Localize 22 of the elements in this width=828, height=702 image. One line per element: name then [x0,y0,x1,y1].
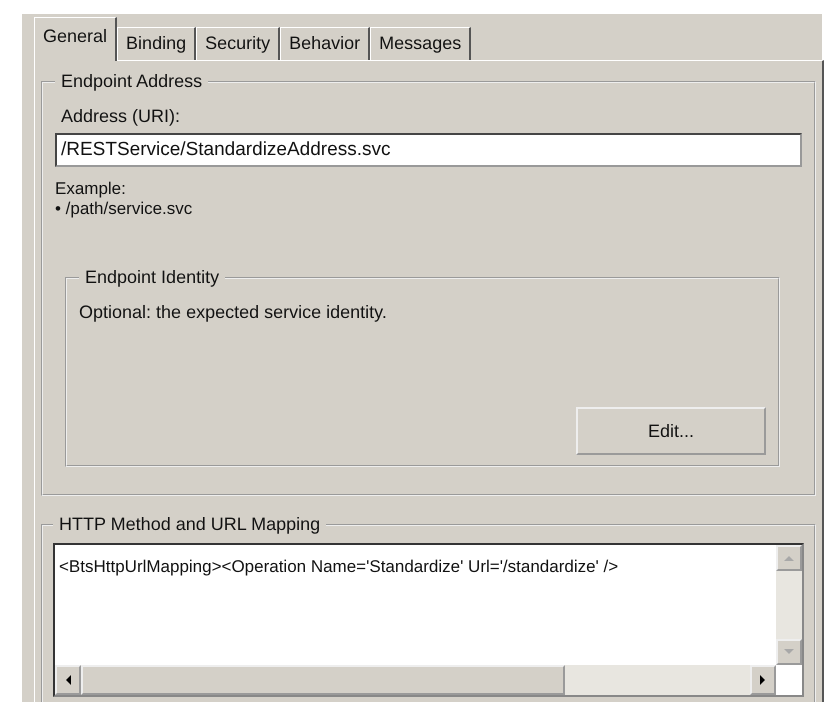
tab[interactable]: Messages [370,27,472,60]
address-label: Address (URI): [61,106,182,127]
edit-button[interactable]: Edit... [576,407,766,455]
horizontal-scrollbar[interactable] [55,665,776,695]
example-text: • /path/service.svc [55,199,194,219]
tab[interactable]: Binding [117,27,196,60]
scroll-left-icon[interactable] [55,665,81,695]
mapping-text-area[interactable]: <BtsHttpUrlMapping><Operation Name='Standardize' Url='/standardize' /> [53,543,804,697]
scroll-right-icon[interactable] [750,665,776,695]
mapping-text: <BtsHttpUrlMapping><Operation Name='Standardize' Url='/standardize' /> [58,556,620,578]
scroll-up-icon[interactable] [776,545,802,571]
description-text: Optional: the expected service identity. [79,302,388,323]
group-title: Endpoint Address [60,71,204,92]
example-label: Example: [55,179,127,199]
group-title: HTTP Method and URL Mapping [58,514,322,535]
tab[interactable]: General [34,17,118,61]
tab[interactable]: Behavior [280,27,370,60]
tab[interactable]: Security [196,27,280,60]
group-title: Endpoint Identity [84,267,220,288]
scroll-thumb[interactable] [81,665,565,695]
vertical-scrollbar[interactable] [776,545,802,665]
address-field[interactable]: /RESTService/StandardizeAddress.svc [55,133,802,167]
